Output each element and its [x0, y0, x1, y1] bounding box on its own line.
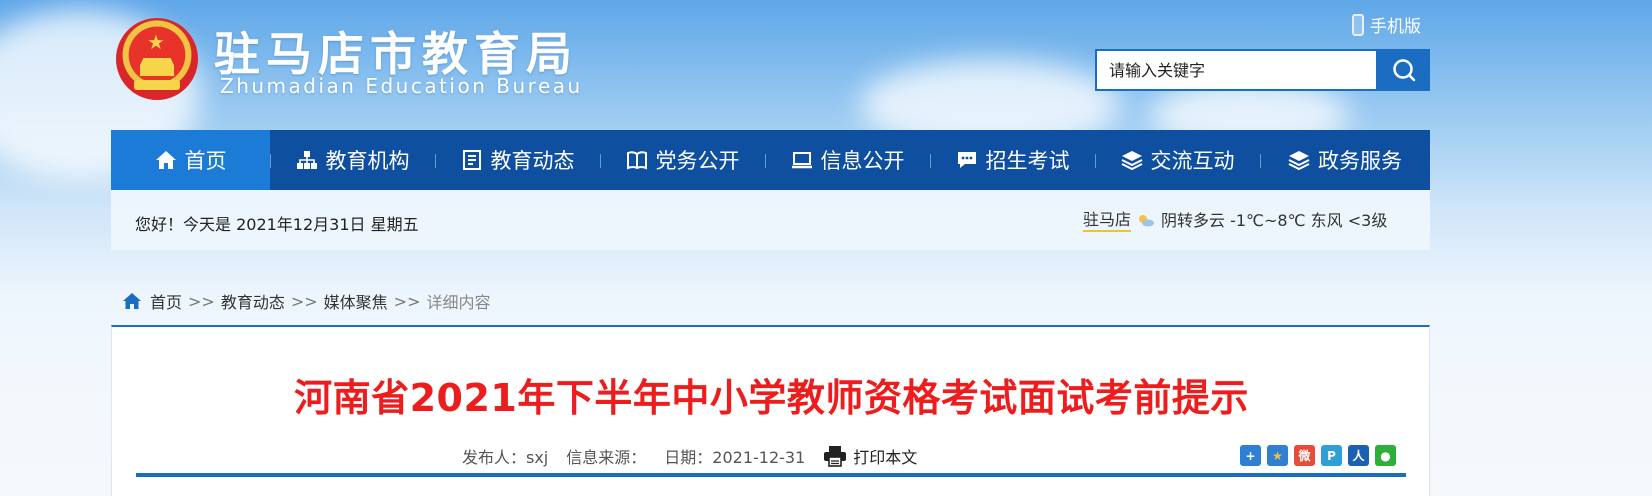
- nav-divider: [1095, 154, 1096, 168]
- nav-divider: [1260, 154, 1261, 168]
- site-subtitle: Zhumadian Education Bureau: [220, 74, 583, 98]
- gate-shape: [140, 58, 174, 76]
- breadcrumb-separator: >>: [188, 291, 215, 311]
- weather-description: 阴转多云 -1℃~8℃ 东风 <3级: [1161, 211, 1388, 230]
- nav-label: 招生考试: [985, 149, 1070, 173]
- breadcrumb-current: 详细内容: [426, 293, 491, 312]
- nav-label: 首页: [184, 149, 227, 173]
- article-panel: 河南省2021年下半年中小学教师资格考试面试考前提示 发布人：sxj 信息来源：…: [111, 325, 1430, 496]
- breadcrumb-home[interactable]: 首页: [150, 289, 182, 313]
- share-wechat-icon[interactable]: ●: [1375, 445, 1396, 466]
- search-icon: [1393, 59, 1416, 82]
- nav-item-education-news[interactable]: 教育动态: [435, 130, 600, 190]
- cloudy-weather-icon: [1137, 212, 1155, 227]
- search-box: [1095, 49, 1378, 91]
- weather-widget: 驻马店 阴转多云 -1℃~8℃ 东风 <3级: [1083, 206, 1387, 232]
- print-button[interactable]: 打印本文: [823, 444, 917, 468]
- nav-divider: [435, 154, 436, 168]
- breadcrumb-media-focus[interactable]: 媒体聚焦: [324, 289, 388, 313]
- search-button[interactable]: [1378, 49, 1430, 91]
- nav-label: 教育机构: [325, 149, 410, 173]
- nav-label: 党务公开: [655, 149, 740, 173]
- date-label: 日期：2021-12-31: [664, 448, 806, 467]
- nav-label: 教育动态: [490, 149, 575, 173]
- share-qzone-icon[interactable]: ★: [1267, 445, 1288, 466]
- nav-item-gov-services[interactable]: 政务服务: [1260, 130, 1430, 190]
- search-input[interactable]: [1097, 51, 1376, 89]
- nav-divider: [765, 154, 766, 168]
- nav-divider: [600, 154, 601, 168]
- share-weibo-icon[interactable]: 微: [1294, 445, 1315, 466]
- document-icon: [462, 150, 481, 170]
- nav-item-enrollment-exams[interactable]: 招生考试: [930, 130, 1095, 190]
- share-renren-icon[interactable]: 人: [1348, 445, 1369, 466]
- main-nav: 首页 教育机构 教育动态 党务公开 信息公开 招生考试 交流互动 政务服务: [111, 130, 1430, 190]
- book-icon: [626, 151, 647, 170]
- print-label: 打印本文: [853, 448, 918, 467]
- breadcrumb-separator: >>: [393, 291, 421, 311]
- nav-label: 交流互动: [1150, 149, 1235, 173]
- laptop-icon: [791, 152, 812, 169]
- org-chart-icon: [296, 151, 317, 169]
- nav-item-home[interactable]: 首页: [111, 130, 270, 190]
- home-icon: [123, 293, 141, 309]
- weather-city: 驻马店: [1083, 206, 1132, 232]
- nav-item-exchange[interactable]: 交流互动: [1095, 130, 1260, 190]
- share-tencent-weibo-icon[interactable]: P: [1321, 445, 1342, 466]
- national-emblem-logo: ★: [116, 18, 198, 100]
- breadcrumb: 首页 >> 教育动态 >> 媒体聚焦 >> 详细内容: [122, 289, 491, 313]
- mobile-label: 手机版: [1370, 17, 1421, 37]
- chat-icon: [957, 152, 976, 168]
- star-icon: ★: [147, 30, 165, 54]
- title-divider: [136, 473, 1406, 477]
- layers-icon: [1288, 151, 1310, 171]
- home-icon: [155, 151, 176, 169]
- article-meta: 发布人：sxj 信息来源： 日期：2021-12-31 打印本文: [462, 444, 917, 468]
- share-more-icon[interactable]: +: [1240, 445, 1261, 466]
- emblem-base: [134, 80, 180, 90]
- phone-icon: [1352, 13, 1364, 36]
- nav-label: 政务服务: [1318, 149, 1402, 173]
- nav-label: 信息公开: [820, 149, 905, 173]
- printer-icon: [824, 446, 847, 467]
- article-title: 河南省2021年下半年中小学教师资格考试面试考前提示: [294, 376, 1249, 420]
- breadcrumb-education-news[interactable]: 教育动态: [221, 289, 285, 313]
- nav-item-info-disclosure[interactable]: 信息公开: [765, 130, 930, 190]
- nav-item-education-orgs[interactable]: 教育机构: [270, 130, 435, 190]
- publisher-label: 发布人：sxj: [462, 448, 549, 467]
- layers-icon: [1121, 151, 1142, 171]
- source-label: 信息来源：: [566, 448, 647, 467]
- nav-divider: [930, 154, 931, 168]
- breadcrumb-separator: >>: [290, 291, 318, 311]
- greeting-text: 您好！今天是 2021年12月31日 星期五: [135, 215, 419, 234]
- nav-divider: [270, 154, 271, 168]
- nav-item-party-affairs[interactable]: 党务公开: [600, 130, 765, 190]
- mobile-version-link[interactable]: 手机版: [1352, 12, 1421, 37]
- share-bar: + ★ 微 P 人 ●: [1240, 445, 1396, 466]
